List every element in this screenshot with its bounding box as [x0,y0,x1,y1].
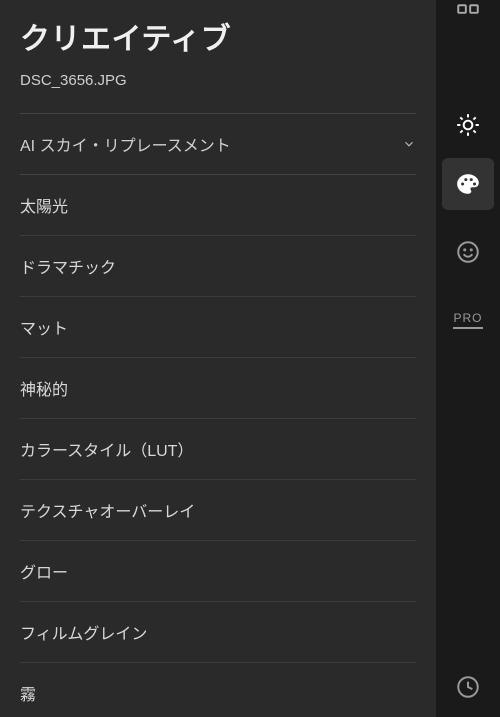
sun-icon [455,112,481,138]
creative-panel: クリエイティブ DSC_3656.JPG AI スカイ・リプレースメント 太陽光… [0,0,436,717]
list-item-label: グロー [20,565,68,582]
right-sidebar: PRO [436,0,500,717]
list-item[interactable]: グロー [20,540,416,601]
list-item-label: マット [20,321,68,338]
filename-label: DSC_3656.JPG [20,72,416,103]
clock-icon [455,674,481,700]
list-item[interactable]: 霧 [20,662,416,717]
sidebar-pro-button[interactable]: PRO [436,286,500,354]
list-item[interactable]: マット [20,296,416,357]
panel-title: クリエイティブ [20,14,416,58]
list-item-label: テクスチャオーバーレイ [20,504,195,521]
sidebar-face-button[interactable] [436,218,500,286]
list-item[interactable]: テクスチャオーバーレイ [20,479,416,540]
sidebar-brightness-button[interactable] [436,40,500,150]
smile-icon [455,239,481,265]
list-item[interactable]: フィルムグレイン [20,601,416,662]
ai-sky-replacement-label: AI スカイ・リプレースメント [20,132,231,156]
list-item[interactable]: ドラマチック [20,235,416,296]
list-item-label: カラースタイル（LUT） [20,443,193,460]
list-item-label: 神秘的 [20,382,68,399]
panel-header: クリエイティブ DSC_3656.JPG [0,0,436,113]
list-item-label: フィルムグレイン [20,626,147,643]
effect-list: 太陽光 ドラマチック マット 神秘的 カラースタイル（LUT） テクスチャオーバ… [0,174,436,717]
list-item-label: 霧 [20,687,36,704]
list-item[interactable]: カラースタイル（LUT） [20,418,416,479]
sidebar-grid-button[interactable] [436,0,500,40]
list-item-label: ドラマチック [20,260,116,277]
list-item-label: 太陽光 [20,199,68,216]
sidebar-creative-button[interactable] [442,158,494,210]
pro-label: PRO [453,311,482,329]
ai-sky-replacement-row[interactable]: AI スカイ・リプレースメント [0,114,436,174]
list-item[interactable]: 神秘的 [20,357,416,418]
grid-icon [455,2,481,28]
sidebar-history-button[interactable] [436,657,500,717]
chevron-down-icon [402,137,416,151]
list-item[interactable]: 太陽光 [20,174,416,235]
palette-icon [455,171,481,197]
